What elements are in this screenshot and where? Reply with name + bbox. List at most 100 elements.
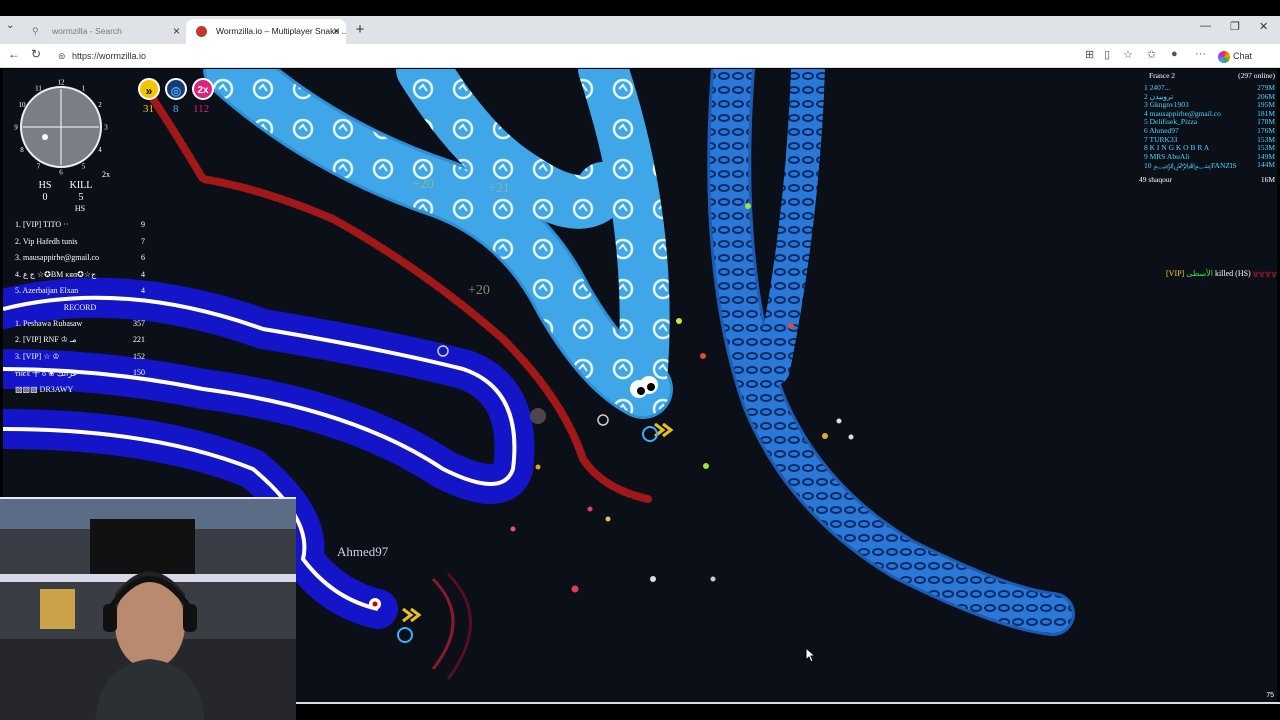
leaderboard-value: 7 (141, 236, 145, 246)
minimap-hour-label: 12 (58, 79, 66, 87)
minimap-hour-label: 8 (20, 146, 24, 154)
leaderboard-row: 5. Azerbaijan Elxan 4 (15, 286, 145, 303)
copilot-icon (1218, 50, 1230, 63)
webcam-overlay (0, 497, 296, 720)
close-window-icon[interactable]: ✕ (1259, 20, 1268, 33)
minimap: 12 1 2 3 4 5 6 7 8 9 10 11 (13, 79, 109, 177)
my-rank-row: 49 shaqour 16M (1139, 175, 1275, 187)
profile-icon[interactable]: ● (1171, 48, 1178, 60)
score-row: 9 MRS AbuAli 149M (1139, 152, 1275, 161)
server-name: France 2 (1149, 71, 1176, 80)
score-row: 8 K I N G K O B R A 153M (1139, 143, 1275, 152)
online-count: (297 online) (1238, 71, 1275, 80)
leaderboard-row: 2. Vip Hafedh tunis 7 (15, 237, 145, 254)
search-icon: ⚲ (32, 26, 39, 36)
screen-top-border (0, 0, 1280, 16)
minimize-icon[interactable]: — (1200, 20, 1211, 32)
kills-leaderboard: 1. [VIP] TITO ·· 9 2. Vip Hafedh tunis 7 3. … (15, 220, 145, 401)
screen-bottom-border (296, 702, 1280, 720)
leaderboard-name: 4. ج ع ☆✪BM κяα✪☆ج (15, 269, 97, 279)
tab-search[interactable]: ⚲ wormzilla - Search × (22, 19, 186, 44)
kill-value: 5 (78, 192, 84, 203)
chain-snake (707, 69, 1075, 636)
close-tab-icon[interactable]: × (333, 19, 340, 44)
reading-view-icon[interactable]: ▯ (1104, 48, 1110, 61)
score-row: 7 TURK33 153M (1139, 135, 1275, 144)
victim-name: ۩۩۩۩ (1252, 269, 1277, 278)
bonus-popup: +20 (468, 283, 490, 298)
back-icon[interactable]: ← (8, 47, 20, 61)
install-app-icon[interactable]: ⊞ (1085, 48, 1094, 61)
minimap-hour-label: 1 (82, 85, 86, 93)
leaderboard-name: 3. mausappirhe@gmail.co (15, 253, 100, 262)
minimap-hour-label: 2 (98, 101, 102, 109)
score-row: 4 mausappirhe@gmail.co 181M (1139, 109, 1275, 118)
leaderboard-name: ▧▧▧ DR3AWY (15, 384, 74, 394)
speed-icon: » (138, 78, 160, 100)
close-tab-icon[interactable]: × (173, 19, 180, 44)
magnet-icon: ◎ (165, 78, 187, 100)
score-row: 10 ﷽FANZIS 144M (1139, 160, 1275, 170)
url-text: https://wormzilla.io (72, 51, 147, 61)
new-tab-button[interactable]: + (350, 19, 370, 41)
multiplier-count: 112 (193, 103, 210, 115)
score-name: 10 ﷽FANZIS (1144, 161, 1237, 171)
leaderboard-value: 152 (133, 351, 145, 361)
leaderboard-value: 9 (141, 220, 145, 229)
url-field[interactable]: ⊜ https://wormzilla.io (52, 46, 1082, 66)
leaderboard-value: 150 (133, 368, 145, 377)
score-row: 5 Delifisek_Pizza 178M (1139, 117, 1275, 126)
more-menu-icon[interactable]: ··· (1195, 48, 1206, 60)
leaderboard-row: 1. Peshawa Rubasaw 357 (15, 319, 145, 336)
leaderboard-name: 1. Peshawa Rubasaw (15, 318, 83, 328)
address-bar: ← ↻ ⊜ https://wormzilla.io ⊞ ▯ ☆ ✩ ● ···… (0, 44, 1280, 68)
minimap-hour-label: 4 (98, 146, 102, 154)
minimap-hour-label: 7 (37, 163, 41, 171)
score-row: 2 تروییدن 206M (1139, 92, 1275, 101)
leaderboard-name: 1. [VIP] TITO ·· (15, 220, 69, 229)
minimap-hour-label: 10 (19, 101, 27, 109)
hs-sub-label: HS (74, 204, 86, 213)
bonus-popup: +21 (488, 181, 510, 196)
minimap-hour-label: 3 (104, 124, 108, 132)
hs-value: 0 (42, 192, 48, 203)
leaderboard-row: 4. ج ع ☆✪BM κяα✪☆ج 4 (15, 270, 145, 287)
tab-list-chevron-icon[interactable]: ⌄ (6, 20, 14, 31)
leaderboard-name: 2. [VIP] RNF ♔ مـ (15, 335, 77, 344)
favorite-star-icon[interactable]: ☆ (1123, 48, 1133, 61)
zoom-level: 2x (102, 170, 110, 179)
leaderboard-value: 4 (141, 286, 145, 295)
chat-button[interactable]: Chat (1218, 47, 1252, 65)
player-name-label: Ahmed97 (337, 544, 389, 559)
kill-label: KILL (69, 180, 93, 191)
leaderboard-row: 1. [VIP] TITO ·· 9 (15, 220, 145, 237)
site-info-icon[interactable]: ⊜ (58, 46, 66, 66)
killer-prefix: [VIP] (1166, 269, 1185, 278)
leaderboard-value: 6 (141, 253, 145, 262)
minimap-hour-label: 11 (35, 85, 42, 93)
refresh-icon[interactable]: ↻ (31, 47, 41, 61)
fps-counter: 75 (1266, 692, 1274, 699)
my-rank-name: 49 shaqour (1139, 174, 1173, 184)
bonus-popup: +20 (412, 177, 434, 192)
multiplier-icon: 2x (192, 78, 214, 100)
leaderboard-row: 3. mausappirhe@gmail.co 6 (15, 253, 145, 270)
leaderboard-name: 5. Azerbaijan Elxan (15, 286, 79, 295)
tab-title: wormzilla - Search (52, 26, 122, 36)
score-row: 6 Ahmed97 176M (1139, 126, 1275, 135)
kill-text: killed (HS) (1214, 269, 1251, 278)
score-value: 144M (1257, 160, 1275, 170)
kill-feed: [VIP] الأسطى killed (HS) ۩۩۩۩ (1166, 269, 1277, 279)
leaderboard-value: 357 (133, 318, 145, 328)
record-heading: RECORD (63, 302, 97, 312)
favorites-icon[interactable]: ✩ (1147, 48, 1156, 61)
minimap-hour-label: 5 (82, 163, 86, 171)
restore-icon[interactable]: ❐ (1230, 20, 1240, 33)
score-leaderboard: France 2 (297 online) 1 2407... 279M 2 ترو… (1139, 71, 1275, 187)
leaderboard-name: 3. [VIP] ☆ ♔ (15, 351, 60, 361)
leaderboard-value: 4 (141, 269, 145, 279)
tab-wormzilla[interactable]: Wormzilla.io – Multiplayer Snake ... × (186, 19, 346, 44)
browser-tab-strip: ⌄ ⚲ wormzilla - Search × Wormzilla.io – … (0, 16, 1280, 44)
wormzilla-favicon-icon (196, 26, 207, 37)
minimap-hour-label: 9 (14, 124, 18, 132)
